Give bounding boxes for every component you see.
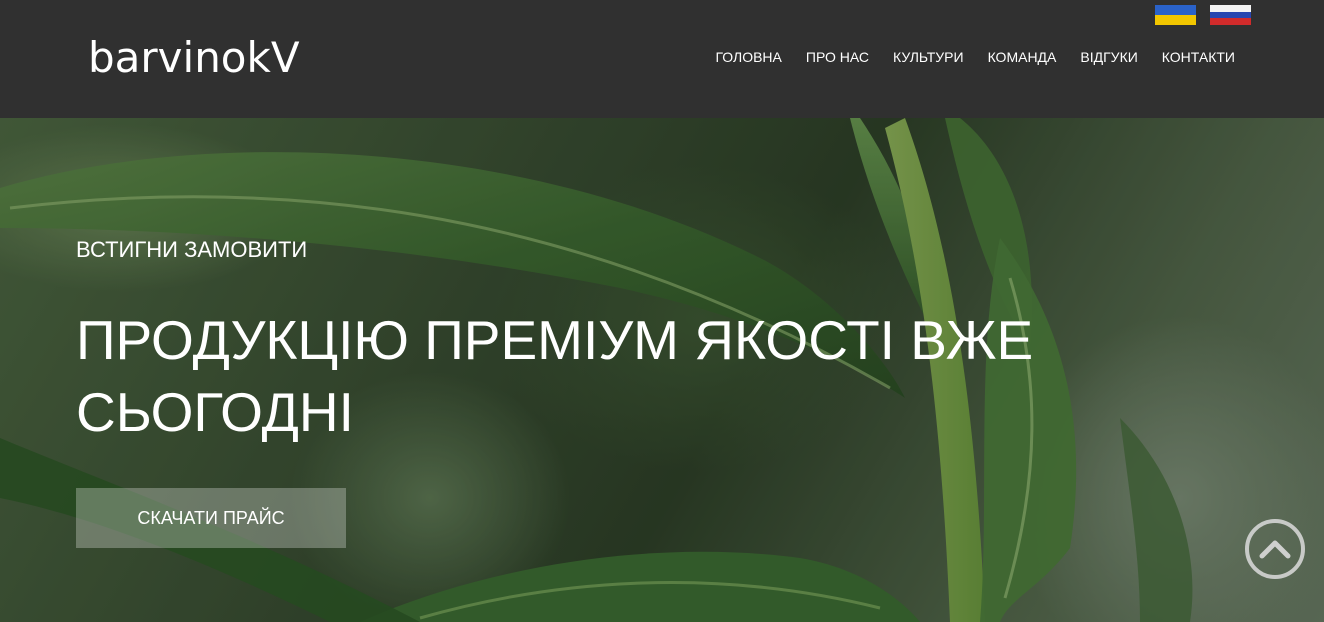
download-price-button[interactable]: СКАЧАТИ ПРАЙС [76,488,346,548]
hero-section: ВСТИГНИ ЗАМОВИТИ ПРОДУКЦІЮ ПРЕМІУМ ЯКОСТ… [0,118,1324,622]
main-nav: ГОЛОВНА ПРО НАС КУЛЬТУРИ КОМАНДА ВІДГУКИ… [691,49,1235,66]
nav-item-home[interactable]: ГОЛОВНА [715,49,781,66]
scroll-to-top-button[interactable] [1245,519,1305,579]
hero-headline: ПРОДУКЦІЮ ПРЕМІУМ ЯКОСТІ ВЖЕ СЬОГОДНІ [76,309,1034,443]
nav-item-about[interactable]: ПРО НАС [806,49,869,66]
chevron-up-circle-icon [1259,540,1291,559]
nav-item-crops[interactable]: КУЛЬТУРИ [893,49,964,66]
site-logo[interactable]: barvinokV [88,30,300,86]
nav-item-contacts[interactable]: КОНТАКТИ [1162,49,1235,66]
nav-item-team[interactable]: КОМАНДА [988,49,1057,66]
russia-flag-icon[interactable] [1210,5,1251,26]
ukraine-flag-icon[interactable] [1155,5,1196,25]
nav-item-reviews[interactable]: ВІДГУКИ [1080,49,1137,66]
site-header: barvinokV ГОЛОВНА ПРО НАС КУЛЬТУРИ КОМАН… [0,0,1324,118]
hero-subtitle: ВСТИГНИ ЗАМОВИТИ [76,237,308,262]
